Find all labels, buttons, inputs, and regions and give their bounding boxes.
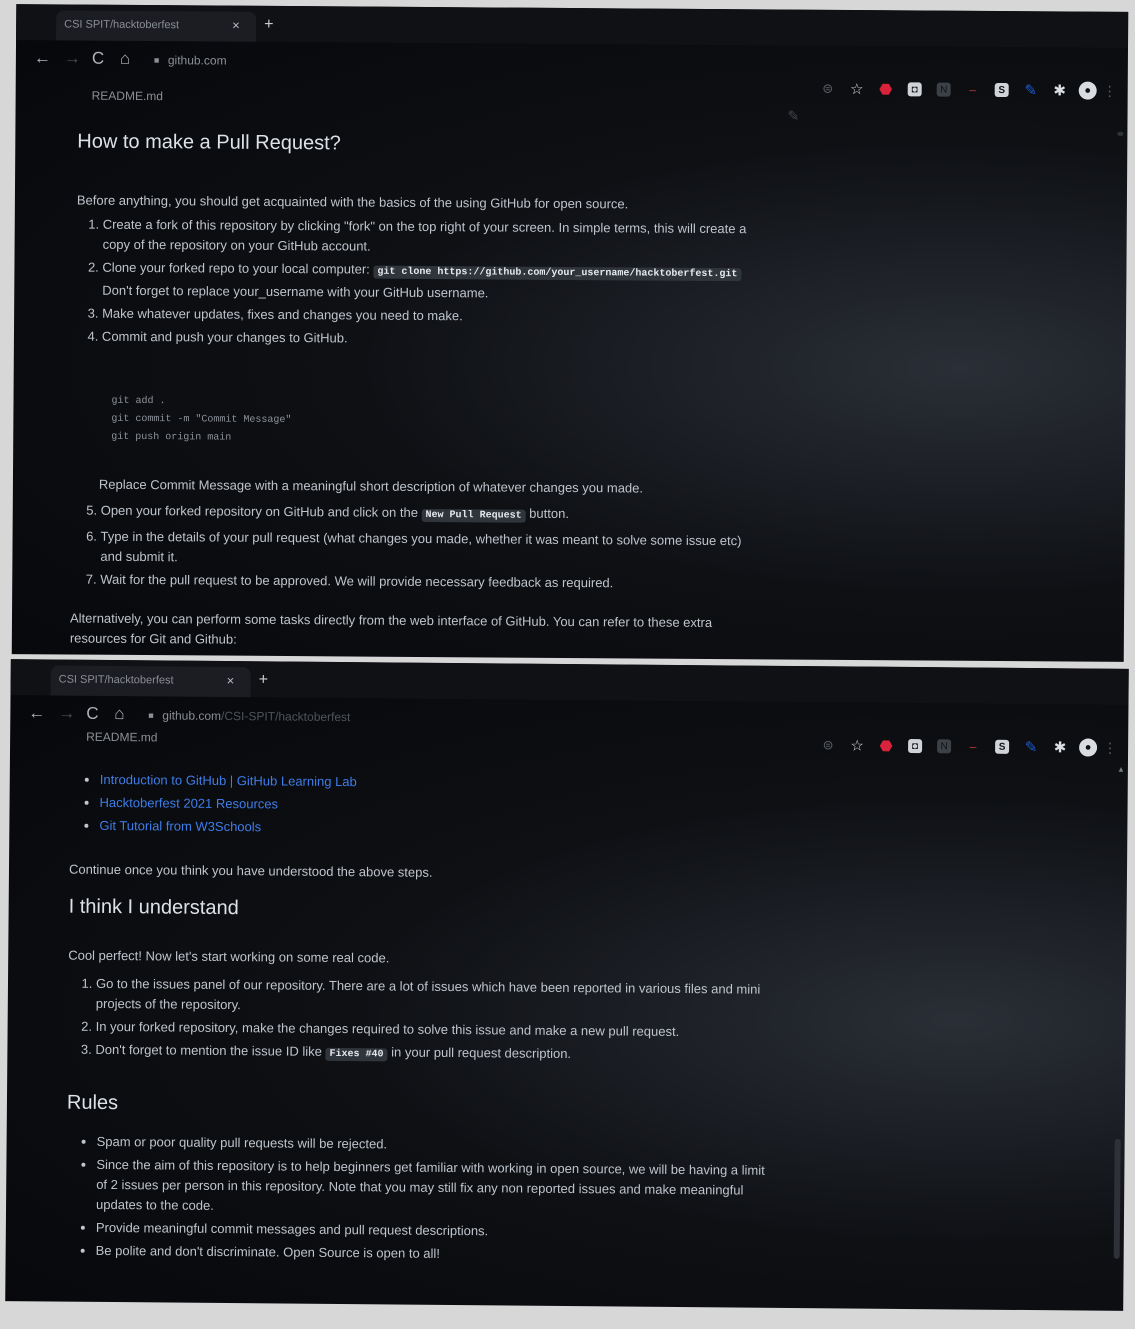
step-text: Don't forget to mention the issue ID lik… — [95, 1041, 326, 1059]
url-host: github.com — [162, 708, 222, 723]
notion-icon[interactable]: N — [937, 739, 952, 754]
resource-link[interactable]: Git Tutorial from W3Schools — [99, 818, 261, 834]
resources-list: Introduction to GitHub | GitHub Learning… — [71, 770, 700, 844]
step-text: button. — [525, 505, 570, 521]
steps-list: Create a fork of this repository by clic… — [74, 215, 763, 355]
step-item: Go to the issues panel of our repository… — [96, 974, 776, 1020]
lock-icon[interactable]: ■ — [154, 55, 160, 65]
step-item: Commit and push your changes to GitHub. — [102, 327, 762, 352]
work-steps-list: Go to the issues panel of our repository… — [67, 974, 776, 1072]
tag-icon[interactable]: ⊜ — [818, 79, 838, 99]
step-item: Clone your forked repo to your local com… — [102, 258, 762, 306]
dash-icon[interactable]: – — [963, 80, 983, 100]
continue-text: Continue once you think you have underst… — [68, 861, 433, 880]
cool-text: Cool perfect! Now let's start working on… — [68, 947, 390, 966]
address-bar[interactable]: github.com — [168, 53, 227, 67]
scroll-up-icon[interactable]: ▲ — [1117, 765, 1125, 774]
scrollbar-thumb[interactable] — [1113, 1138, 1121, 1259]
back-icon[interactable]: ← — [28, 703, 45, 723]
star-icon[interactable]: ☆ — [847, 735, 867, 755]
browser-tab[interactable]: CSI SPIT/hacktoberfest × — [50, 665, 251, 698]
notion-icon[interactable]: N — [936, 82, 951, 97]
edit-icon[interactable]: ✎ — [787, 108, 799, 125]
red-tag-icon[interactable]: ⬣ — [876, 79, 896, 99]
reload-icon[interactable]: C — [92, 49, 104, 69]
rule-item: Since the aim of this repository is to h… — [96, 1155, 776, 1221]
s-icon[interactable]: S — [994, 82, 1009, 98]
screenshot-bottom: CSI SPIT/hacktoberfest × + ← → C ⌂ ■ git… — [5, 659, 1129, 1311]
rule-item: Provide meaningful commit messages and p… — [96, 1218, 776, 1244]
scrollbar[interactable] — [1117, 131, 1124, 136]
alternative-text: Alternatively, you can perform some task… — [69, 610, 713, 647]
heading-understand: I think I understand — [68, 895, 239, 920]
home-icon[interactable]: ⌂ — [114, 704, 124, 724]
red-tag-icon[interactable]: ⬣ — [876, 736, 896, 756]
new-tab-icon[interactable]: + — [259, 671, 268, 689]
menu-icon[interactable]: ⋮ — [1103, 738, 1117, 758]
step-text: Don't forget to replace your_username wi… — [102, 282, 489, 301]
star-icon[interactable]: ☆ — [847, 79, 867, 99]
box-icon[interactable]: ◘ — [907, 82, 922, 97]
tab-close-icon[interactable]: × — [232, 18, 240, 33]
readme-content: README.md ✎ How to make a Pull Request? … — [70, 89, 800, 647]
step-item: In your forked repository, make the chan… — [96, 1017, 776, 1043]
url-host: github.com — [167, 53, 227, 68]
url-path: /CSI-SPIT/hacktoberfest — [220, 708, 351, 725]
browser-tab[interactable]: CSI SPIT/hacktoberfest × — [56, 10, 257, 42]
tag-icon[interactable]: ⊜ — [818, 735, 838, 755]
forward-icon[interactable]: → — [64, 48, 81, 68]
step-text: Open your forked repository on GitHub an… — [100, 502, 422, 520]
replace-note: Replace Commit Message with a meaningful… — [98, 476, 644, 496]
avatar[interactable]: ● — [1078, 81, 1097, 100]
reload-icon[interactable]: C — [86, 704, 98, 724]
rule-item: Spam or poor quality pull requests will … — [97, 1132, 777, 1158]
step-text: Clone your forked repo to your local com… — [102, 259, 374, 277]
extensions-bar: ⊜ ☆ ⬣ ◘ N – S ✎ ✱ ● ⋮ — [818, 78, 1117, 102]
avatar[interactable]: ● — [1079, 738, 1098, 757]
lock-icon[interactable]: ■ — [148, 710, 154, 720]
new-pull-request-code: New Pull Request — [421, 508, 526, 523]
address-bar[interactable]: github.com/CSI-SPIT/hacktoberfest — [162, 708, 350, 724]
back-icon[interactable]: ← — [34, 48, 51, 68]
code-block: git add . git commit -m "Commit Message"… — [111, 395, 292, 444]
intro-text: Before anything, you should get acquaint… — [76, 192, 629, 212]
tab-title: CSI SPIT/hacktoberfest — [64, 18, 180, 32]
fixes-code: Fixes #40 — [325, 1047, 388, 1062]
tab-title: CSI SPIT/hacktoberfest — [58, 673, 174, 687]
inline-code: git clone https://github.com/your_userna… — [373, 265, 742, 282]
puzzle-icon[interactable]: ✱ — [1050, 737, 1070, 757]
new-tab-icon[interactable]: + — [264, 16, 273, 34]
forward-icon[interactable]: → — [58, 704, 75, 724]
screenshot-top: CSI SPIT/hacktoberfest × + ← → C ⌂ ■ git… — [11, 4, 1129, 662]
step-text: in your pull request description. — [387, 1044, 572, 1062]
blue-pen-icon[interactable]: ✎ — [1021, 80, 1041, 100]
file-name: README.md — [91, 88, 164, 104]
resource-link[interactable]: Introduction to GitHub | GitHub Learning… — [100, 772, 357, 789]
file-name: README.md — [86, 729, 158, 745]
step-item: Don't forget to mention the issue ID lik… — [95, 1040, 775, 1069]
heading-pull-request: How to make a Pull Request? — [77, 130, 341, 155]
step-item: Type in the details of your pull request… — [100, 527, 760, 572]
step-item: Make whatever updates, fixes and changes… — [102, 304, 762, 329]
resource-item: Git Tutorial from W3Schools — [99, 816, 699, 841]
step-item: Create a fork of this repository by clic… — [103, 215, 763, 260]
step-item: Wait for the pull request to be approved… — [100, 570, 760, 595]
rule-item: Be polite and don't discriminate. Open S… — [96, 1241, 776, 1267]
s-icon[interactable]: S — [995, 739, 1010, 754]
dash-icon[interactable]: – — [963, 736, 983, 756]
resource-item: Introduction to GitHub | GitHub Learning… — [100, 770, 700, 795]
extensions-bar: ⊜ ☆ ⬣ ◘ N – S ✎ ✱ ● ⋮ — [818, 734, 1117, 759]
step-item: Open your forked repository on GitHub an… — [101, 501, 761, 529]
rules-list: Spam or poor quality pull requests will … — [68, 1132, 777, 1270]
tab-close-icon[interactable]: × — [227, 673, 235, 688]
box-icon[interactable]: ◘ — [908, 738, 923, 754]
resource-link[interactable]: Hacktoberfest 2021 Resources — [100, 795, 279, 812]
resource-item: Hacktoberfest 2021 Resources — [99, 793, 699, 818]
heading-rules: Rules — [66, 1091, 119, 1115]
steps-list-continued: Open your forked repository on GitHub an… — [72, 501, 761, 598]
puzzle-icon[interactable]: ✱ — [1050, 80, 1070, 100]
menu-icon[interactable]: ⋮ — [1103, 81, 1117, 101]
blue-pen-icon[interactable]: ✎ — [1021, 737, 1041, 757]
home-icon[interactable]: ⌂ — [120, 49, 130, 69]
